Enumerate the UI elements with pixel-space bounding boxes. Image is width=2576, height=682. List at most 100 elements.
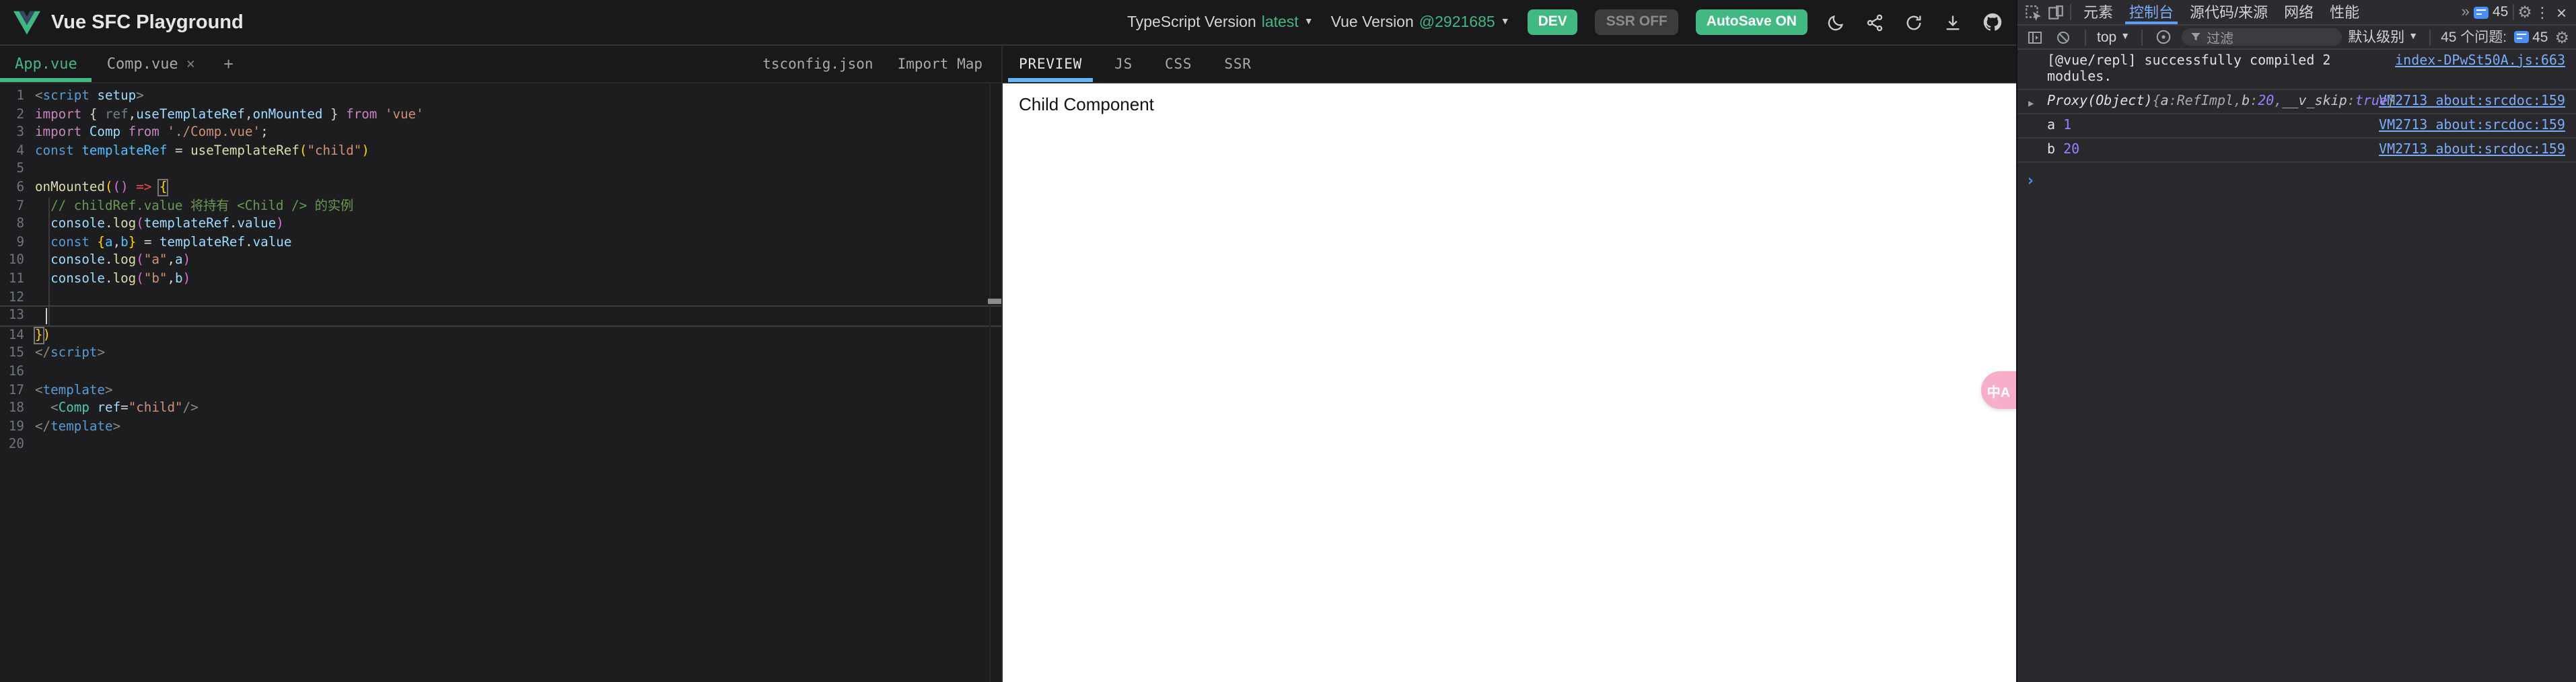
source-location-link[interactable]: index-DPwSt50A.js:663 <box>2395 53 2565 69</box>
preview-text: Child Component <box>1019 94 1154 114</box>
code-line-16[interactable]: 16 <box>0 363 1001 381</box>
code-line-12[interactable]: 12 <box>0 289 1001 307</box>
log-levels-selector[interactable]: 默认级别 ▼ <box>2348 27 2418 47</box>
code-line-15[interactable]: 15 </script> <box>0 345 1001 363</box>
line-number: 7 <box>16 198 24 214</box>
vue-logo-icon <box>13 10 40 34</box>
editor-overview-ruler <box>989 83 991 682</box>
code-line-2[interactable]: 2 import { ref,useTemplateRef,onMounted }… <box>0 106 1001 124</box>
devtools-close-icon[interactable]: × <box>2552 2 2571 22</box>
output-tab-ssr[interactable]: SSR <box>1208 46 1267 82</box>
code-line-20[interactable]: 20 <box>0 437 1001 455</box>
console-filter-input[interactable]: 过滤 <box>2181 28 2342 47</box>
header-controls: TypeScript Version latest ▼ Vue Version … <box>1127 9 2003 35</box>
issues-summary-button[interactable]: 45 <box>2513 29 2548 45</box>
source-location-link[interactable]: VM2713 about:srcdoc:159 <box>2379 93 2565 110</box>
code-line-7[interactable]: 7 // childRef.value 将持有 <Child /> 的实例 <box>0 197 1001 215</box>
import-map-link[interactable]: Import Map <box>898 56 982 72</box>
code-line-4[interactable]: 4 const templateRef = useTemplateRef("chi… <box>0 143 1001 161</box>
source-location-link[interactable]: VM2713 about:srcdoc:159 <box>2379 142 2565 158</box>
output-tab-preview[interactable]: PREVIEW <box>1003 46 1098 82</box>
vue-version-select[interactable]: Vue Version @2921685 ▼ <box>1331 14 1510 30</box>
add-file-button[interactable]: + <box>210 46 247 82</box>
autosave-toggle-button[interactable]: AutoSave ON <box>1695 9 1808 35</box>
console-sidebar-icon[interactable] <box>2024 27 2046 47</box>
code-line-13[interactable]: 13 <box>0 305 1001 327</box>
issues-button[interactable]: 45 <box>2473 4 2508 20</box>
console-message-row[interactable]: ▶ Proxy(Object) {a: RefImpl, b: 20, __v_s… <box>2017 90 2576 114</box>
file-tab-label: Comp.vue <box>106 55 178 73</box>
file-tabbar: App.vue Comp.vue × + tsconfig.json Import … <box>0 46 1001 83</box>
code-line-1[interactable]: 1 <script setup> <box>0 87 1001 106</box>
file-tab-comp-vue[interactable]: Comp.vue × <box>92 46 210 82</box>
code-line-3[interactable]: 3 import Comp from './Comp.vue'; <box>0 124 1001 142</box>
console-settings-gear-icon[interactable]: ⚙ <box>2554 28 2569 46</box>
text-cursor <box>46 308 48 324</box>
code-line-8[interactable]: 8 console.log(templateRef.value) <box>0 215 1001 233</box>
ssr-toggle-button[interactable]: SSR OFF <box>1595 9 1678 35</box>
dev-toggle-button[interactable]: DEV <box>1527 9 1578 35</box>
tsconfig-link[interactable]: tsconfig.json <box>762 56 873 72</box>
file-tab-app-vue[interactable]: App.vue <box>0 46 93 82</box>
inspect-icon[interactable] <box>2023 2 2044 22</box>
clear-console-icon[interactable] <box>2052 27 2074 47</box>
translate-button[interactable]: 中A <box>1981 371 2016 409</box>
page-title: Vue SFC Playground <box>51 11 244 33</box>
main-split: App.vue Comp.vue × + tsconfig.json Import … <box>0 46 2016 682</box>
indent-guide <box>48 198 50 326</box>
close-tab-icon[interactable]: × <box>186 55 195 73</box>
code-line-17[interactable]: 17 <template> <box>0 381 1001 400</box>
device-toolbar-icon[interactable] <box>2044 2 2066 22</box>
line-number: 4 <box>16 143 24 159</box>
output-tab-css[interactable]: CSS <box>1149 46 1208 82</box>
code-text: console.log("a",a) <box>50 253 191 268</box>
line-number: 8 <box>16 217 24 232</box>
devtools-menu-kebab-icon[interactable]: ⋮ <box>2532 3 2552 21</box>
download-icon[interactable] <box>1942 11 1964 33</box>
code-line-19[interactable]: 19 </template> <box>0 418 1001 436</box>
devtools-tab[interactable]: 网络 <box>2276 0 2322 24</box>
editor-config-links: tsconfig.json Import Map <box>762 46 1001 82</box>
code-line-9[interactable]: 9 const {a,b} = templateRef.value <box>0 234 1001 252</box>
console-toolbar: top ▼ 过滤 默认级别 ▼ 45 个问题: 45 ⚙ <box>2017 26 2576 50</box>
reload-icon[interactable] <box>1903 11 1925 33</box>
code-text: import { ref,useTemplateRef,onMounted } … <box>35 107 424 122</box>
expand-arrow-icon[interactable]: ▶ <box>2028 95 2034 111</box>
devtools-tab[interactable]: 性能 <box>2322 0 2367 24</box>
source-location-link[interactable]: VM2713 about:srcdoc:159 <box>2379 118 2565 134</box>
moon-icon[interactable] <box>1825 11 1847 33</box>
code-text: onMounted(() => { <box>35 178 169 196</box>
console-message: [@vue/repl] successfully compiled 2 modu… <box>2047 53 2339 84</box>
output-tab-js[interactable]: JS <box>1098 46 1149 82</box>
live-expression-eye-icon[interactable] <box>2153 27 2174 47</box>
filter-funnel-icon <box>2190 33 2200 41</box>
context-selector[interactable]: top ▼ <box>2097 29 2130 45</box>
code-line-11[interactable]: 11 console.log("b",b) <box>0 270 1001 289</box>
line-number: 10 <box>8 253 24 268</box>
code-text: import Comp from './Comp.vue'; <box>35 125 269 141</box>
console-message-row[interactable]: [@vue/repl] successfully compiled 2 modu… <box>2017 50 2576 90</box>
console-message-row[interactable]: b 20 VM2713 about:srcdoc:159 <box>2017 139 2576 163</box>
code-line-14[interactable]: 14}) <box>0 326 1001 344</box>
code-line-10[interactable]: 10 console.log("a",a) <box>0 252 1001 270</box>
console-prompt[interactable]: › <box>2017 163 2576 188</box>
code-line-5[interactable]: 5 <box>0 161 1001 179</box>
devtools-tab[interactable]: 元素 <box>2075 0 2121 24</box>
code-editor[interactable]: 1 <script setup> 2 import { ref,useTemplate… <box>0 83 1001 682</box>
devtools-tab[interactable]: 控制台 <box>2121 0 2182 24</box>
line-number: 17 <box>8 383 24 397</box>
preview-pane: PREVIEW JS CSS SSR Child Component 中A <box>1003 46 2016 682</box>
typescript-version-select[interactable]: TypeScript Version latest ▼ <box>1127 14 1314 30</box>
code-line-18[interactable]: 18 <Comp ref="child"/> <box>0 400 1001 418</box>
share-icon[interactable] <box>1864 11 1886 33</box>
more-tabs-button[interactable]: » <box>2458 4 2474 20</box>
devtools-tab[interactable]: 源代码/来源 <box>2182 0 2276 24</box>
preview-iframe[interactable]: Child Component 中A <box>1003 83 2016 682</box>
github-icon[interactable] <box>1981 11 2003 33</box>
console-message-row[interactable]: a 1 VM2713 about:srcdoc:159 <box>2017 114 2576 139</box>
devtools-settings-gear-icon[interactable]: ⚙ <box>2517 3 2532 22</box>
code-text: }) <box>34 326 51 344</box>
scroll-cursor-marker[interactable] <box>988 299 1001 303</box>
divider <box>2512 4 2514 20</box>
code-line-6[interactable]: 6 onMounted(() => { <box>0 178 1001 197</box>
